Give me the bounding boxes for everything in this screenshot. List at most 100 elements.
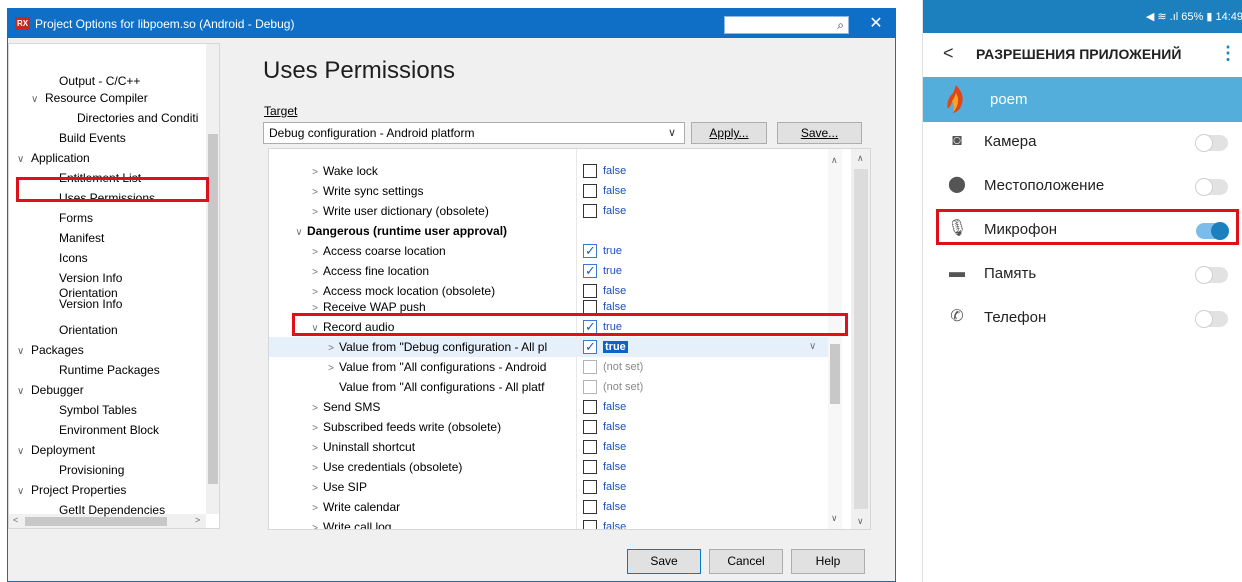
chevron-right-icon[interactable]: > [307,163,323,183]
grid-scroll-thumb[interactable] [830,344,840,404]
chevron-down-icon[interactable]: ∨ [17,482,31,502]
permission-row[interactable]: > Wake lock false [269,161,828,181]
tree-scroll-left-icon[interactable]: < [13,515,18,525]
permission-checkbox[interactable] [583,164,597,178]
back-arrow-icon[interactable]: < [943,43,954,64]
permission-checkbox[interactable] [583,261,597,281]
close-button[interactable]: ✕ [866,14,886,34]
toggle-knob[interactable] [1195,178,1213,196]
tree-item-runtime-packages[interactable]: Runtime Packages [59,360,160,380]
permission-row[interactable]: > Write user dictionary (obsolete) false [269,201,828,221]
permission-checkbox[interactable] [583,337,597,357]
tree-item-debugger[interactable]: ∨ Debugger [17,380,84,400]
permission-checkbox[interactable] [583,420,597,434]
permission-row[interactable]: > Send SMS false [269,397,828,417]
permission-toggle[interactable] [1195,266,1228,284]
tree-item-deployment[interactable]: ∨ Deployment [17,440,95,460]
chevron-right-icon[interactable]: > [323,339,339,359]
permission-row[interactable]: >Access coarse location true [269,241,828,261]
permission-row-folder[interactable]: ▬ Память [923,252,1242,296]
tree-item-manifest[interactable]: Manifest [59,228,104,248]
tree-scroll-right-icon[interactable]: > [195,515,200,525]
tree-item-icons[interactable]: Icons [59,248,88,268]
toggle-knob[interactable] [1195,134,1213,152]
permission-row[interactable]: ∨ Dangerous (runtime user approval) [269,221,828,241]
page-vertical-scrollbar[interactable]: ∧ ∨ [851,149,870,529]
permission-row-camera[interactable]: ◙ Камера [923,120,1242,164]
save-button[interactable]: Save [627,549,701,574]
help-button[interactable]: Help [791,549,865,574]
permission-checkbox[interactable] [583,480,597,494]
toggle-knob[interactable] [1195,266,1213,284]
permission-row[interactable]: > Value from "Debug configuration - All p… [269,337,828,357]
grid-scroll-up-icon[interactable]: ∧ [831,155,838,166]
permission-row[interactable]: >Access fine location true [269,261,828,281]
permission-checkbox[interactable] [583,500,597,514]
tree-item-directories-and-conditi[interactable]: Directories and Conditi [77,108,198,128]
chevron-right-icon[interactable]: > [307,263,323,283]
chevron-right-icon[interactable]: > [307,439,323,459]
permission-checkbox[interactable] [583,284,597,298]
search-icon[interactable]: ⌕ [837,18,844,32]
tree-vertical-scrollbar[interactable] [206,44,219,514]
permission-checkbox[interactable] [583,241,597,261]
permissions-grid[interactable]: ∧ ∨ ∧ ∨ > Wake lock false > Write sync setti… [268,148,871,530]
chevron-right-icon[interactable]: > [307,243,323,263]
permission-checkbox[interactable] [583,300,597,314]
permission-row[interactable]: > Use credentials (obsolete) false [269,457,828,477]
permission-checkbox[interactable] [583,204,597,218]
permission-row[interactable]: > Write call log false [269,517,828,529]
chevron-down-icon[interactable]: ∨ [809,337,816,357]
grid-scroll-down-icon[interactable]: ∨ [831,513,838,524]
save-target-button[interactable]: Save... [777,122,862,144]
chevron-down-icon[interactable]: ∨ [17,150,31,170]
permission-row-location-pin[interactable]: ⬤ Местоположение [923,164,1242,208]
permission-checkbox[interactable] [583,360,597,374]
permission-row[interactable]: Value from "All configurations - All pla… [269,377,828,397]
permission-toggle[interactable] [1195,134,1228,152]
tree-item-environment-block[interactable]: Environment Block [59,420,159,440]
permission-checkbox[interactable] [583,400,597,414]
chevron-right-icon[interactable]: > [307,183,323,203]
permission-checkbox[interactable] [583,460,597,474]
permission-row[interactable]: > Write sync settings false [269,181,828,201]
tree-item-getit-dependencies[interactable]: GetIt Dependencies [59,500,165,520]
chevron-right-icon[interactable]: > [323,359,339,379]
permission-toggle[interactable] [1195,310,1228,328]
cancel-button[interactable]: Cancel [709,549,783,574]
permission-row[interactable]: > Subscribed feeds write (obsolete) false [269,417,828,437]
chevron-down-icon[interactable]: ∨ [17,442,31,462]
chevron-down-icon[interactable]: ∨ [17,342,31,362]
permission-checkbox[interactable] [583,440,597,454]
tree-item-symbol-tables[interactable]: Symbol Tables [59,400,137,420]
tree-item-forms[interactable]: Forms [59,208,93,228]
chevron-right-icon[interactable]: > [307,499,323,519]
toggle-knob[interactable] [1195,310,1213,328]
title-search-input[interactable]: ⌕ [724,16,849,34]
chevron-down-icon[interactable]: ∨ [17,382,31,402]
target-select[interactable]: Debug configuration - Android platform ∨ [263,122,685,144]
tree-item-packages[interactable]: ∨ Packages [17,340,84,360]
tree-item-orientation-version-info[interactable]: Orientation Version Info [59,287,129,312]
chevron-right-icon[interactable]: > [307,459,323,479]
tree-scroll-thumb[interactable] [208,134,218,484]
permission-row[interactable]: > Write calendar false [269,497,828,517]
tree-item-build-events[interactable]: Build Events [59,128,126,148]
tree-item-version-info[interactable]: Version Info [59,268,122,288]
permission-row[interactable]: > Value from "All configurations - Androi… [269,357,828,377]
tree-item-application[interactable]: ∨ Application [17,148,90,168]
chevron-down-icon[interactable]: ∨ [31,90,45,110]
chevron-right-icon[interactable]: > [307,519,323,529]
tree-item-project-properties[interactable]: ∨ Project Properties [17,480,126,500]
chevron-right-icon[interactable]: > [307,203,323,223]
chevron-right-icon[interactable]: > [307,479,323,499]
chevron-down-icon[interactable]: ∨ [291,223,307,243]
tree-item-provisioning[interactable]: Provisioning [59,460,124,480]
permission-checkbox[interactable] [583,520,597,529]
more-options-icon[interactable]: ⋮ [1219,43,1237,64]
permission-toggle[interactable] [1195,178,1228,196]
page-scroll-thumb[interactable] [854,169,868,509]
apply-button[interactable]: Apply... [691,122,767,144]
chevron-down-icon[interactable]: ∨ [668,123,676,143]
permission-row[interactable]: > Uninstall shortcut false [269,437,828,457]
